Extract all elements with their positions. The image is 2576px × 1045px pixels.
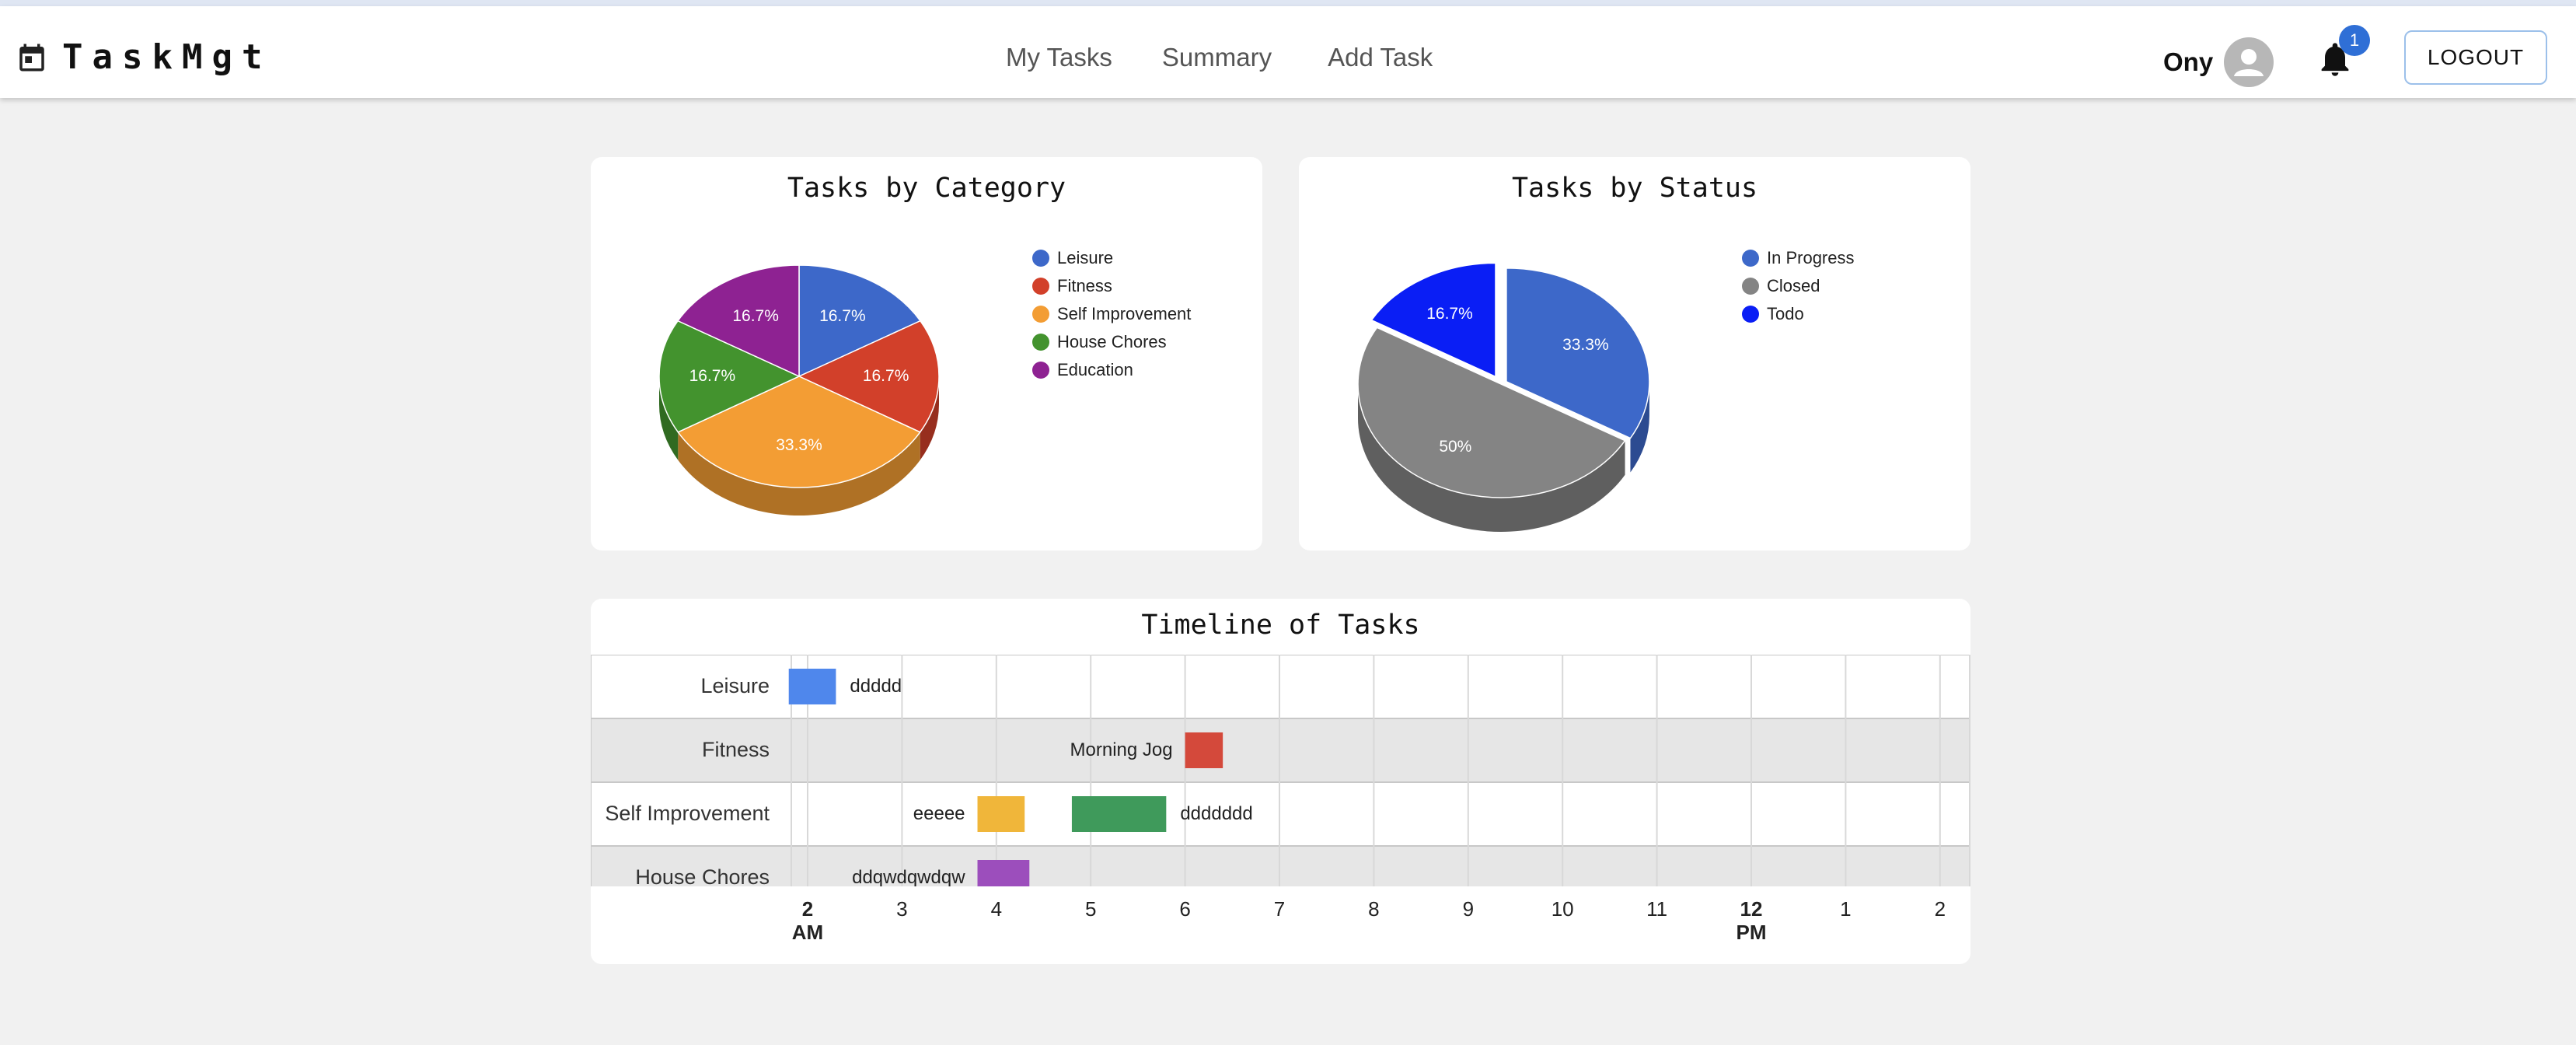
legend-label: Education bbox=[1057, 360, 1133, 379]
legend-label: In Progress bbox=[1767, 248, 1855, 267]
main-nav: My Tasks Summary Add Task bbox=[1006, 42, 1482, 73]
timeline-tick-label: 2 bbox=[1934, 897, 1946, 921]
legend-swatch bbox=[1032, 278, 1049, 295]
pie-label-todo: 16.7% bbox=[1426, 304, 1473, 323]
timeline-row-self-improvement bbox=[591, 781, 1970, 847]
timeline-row-label: Leisure bbox=[700, 674, 770, 697]
legend-label: Self Improvement bbox=[1057, 304, 1192, 323]
timeline-bar-morning-jog[interactable] bbox=[1185, 732, 1223, 768]
top-navbar: TaskMgt My Tasks Summary Add Task Ony bbox=[0, 6, 2576, 98]
timeline-bar-label: eeeee bbox=[913, 803, 965, 824]
timeline-tick-label: 10 bbox=[1551, 897, 1574, 921]
pie-label-leisure: 16.7% bbox=[819, 307, 866, 326]
nav-summary[interactable]: Summary bbox=[1162, 42, 1272, 73]
pie-label-closed: 50% bbox=[1439, 438, 1472, 456]
legend-item-house-chores[interactable]: House Chores bbox=[1032, 328, 1191, 356]
timeline-card: Timeline of Tasks Leisure Fitness Self Imp… bbox=[591, 599, 1970, 964]
pie-label-self-improvement: 33.3% bbox=[776, 435, 822, 454]
status-chart-card: Tasks by Status 33.3% 50% 16.7% In Progres… bbox=[1299, 157, 1970, 550]
user-menu[interactable]: Ony bbox=[2163, 37, 2274, 87]
pie-label-fitness: 16.7% bbox=[862, 367, 909, 386]
logout-button[interactable]: LOGOUT bbox=[2404, 30, 2547, 85]
legend-item-education[interactable]: Education bbox=[1032, 356, 1191, 384]
timeline-bar-ddddddd[interactable] bbox=[1071, 796, 1167, 832]
timeline-bar-label: ddddddd bbox=[1180, 803, 1253, 824]
legend-item-fitness[interactable]: Fitness bbox=[1032, 272, 1191, 300]
legend-item-closed[interactable]: Closed bbox=[1742, 272, 1855, 300]
pie-label-in-progress: 33.3% bbox=[1562, 336, 1609, 354]
timeline-tick-label: 12 PM bbox=[1736, 897, 1767, 944]
user-name: Ony bbox=[2163, 47, 2214, 76]
legend-swatch bbox=[1032, 250, 1049, 267]
timeline-bar-ddddd[interactable] bbox=[788, 669, 836, 704]
timeline-tick-label: 1 bbox=[1840, 897, 1852, 921]
nav-add-task[interactable]: Add Task bbox=[1328, 42, 1433, 73]
timeline-row-label: Fitness bbox=[701, 738, 770, 761]
legend-swatch bbox=[1742, 306, 1759, 323]
timeline-tick-label: 6 bbox=[1179, 897, 1191, 921]
notification-badge: 1 bbox=[2339, 25, 2370, 56]
legend-swatch bbox=[1032, 334, 1049, 351]
pie-label-education: 16.7% bbox=[732, 307, 779, 326]
nav-my-tasks[interactable]: My Tasks bbox=[1006, 42, 1112, 73]
status-legend: In Progress Closed Todo bbox=[1742, 244, 1855, 328]
legend-label: Fitness bbox=[1057, 276, 1112, 295]
category-legend: Leisure Fitness Self Improvement House Chor… bbox=[1032, 244, 1191, 384]
legend-item-todo[interactable]: Todo bbox=[1742, 300, 1855, 328]
timeline-bar-label: ddddd bbox=[850, 676, 902, 697]
legend-item-self-improvement[interactable]: Self Improvement bbox=[1032, 300, 1191, 328]
legend-item-leisure[interactable]: Leisure bbox=[1032, 244, 1191, 272]
legend-swatch bbox=[1032, 306, 1049, 323]
brand[interactable]: TaskMgt bbox=[16, 37, 271, 77]
legend-item-in-progress[interactable]: In Progress bbox=[1742, 244, 1855, 272]
category-chart-card: Tasks by Category 16.7% 16.7% 33.3% 16.7% 16… bbox=[591, 157, 1262, 550]
timeline-tick-label: 4 bbox=[990, 897, 1003, 921]
timeline-row-fitness bbox=[591, 718, 1970, 783]
legend-label: Todo bbox=[1767, 304, 1804, 323]
calendar-icon bbox=[19, 44, 44, 71]
timeline-tick-label: 3 bbox=[896, 897, 908, 921]
legend-swatch bbox=[1032, 362, 1049, 379]
timeline-tick-label: 5 bbox=[1084, 897, 1097, 921]
status-pie-chart bbox=[1357, 262, 1650, 532]
timeline-row-label: Self Improvement bbox=[605, 802, 770, 825]
top-accent-line bbox=[0, 0, 2576, 6]
timeline-tick-label: 11 bbox=[1646, 897, 1668, 921]
brand-name: TaskMgt bbox=[62, 37, 272, 77]
legend-label: Leisure bbox=[1057, 248, 1114, 267]
legend-label: House Chores bbox=[1057, 332, 1167, 351]
timeline-tick-label: 8 bbox=[1368, 897, 1380, 921]
legend-label: Closed bbox=[1767, 276, 1820, 295]
timeline-tick-label: 2 AM bbox=[791, 897, 824, 944]
legend-swatch bbox=[1742, 278, 1759, 295]
avatar[interactable] bbox=[2224, 37, 2274, 87]
timeline-tick-label: 7 bbox=[1273, 897, 1286, 921]
pie-label-house-chores: 16.7% bbox=[689, 367, 736, 386]
timeline-tick-label: 9 bbox=[1462, 897, 1475, 921]
person-icon bbox=[2234, 49, 2264, 76]
timeline-bar-label: ddqwdqwdqw bbox=[852, 867, 965, 888]
timeline-bar-label: Morning Jog bbox=[1070, 739, 1173, 760]
timeline-bar-eeeee[interactable] bbox=[977, 796, 1025, 832]
legend-swatch bbox=[1742, 250, 1759, 267]
